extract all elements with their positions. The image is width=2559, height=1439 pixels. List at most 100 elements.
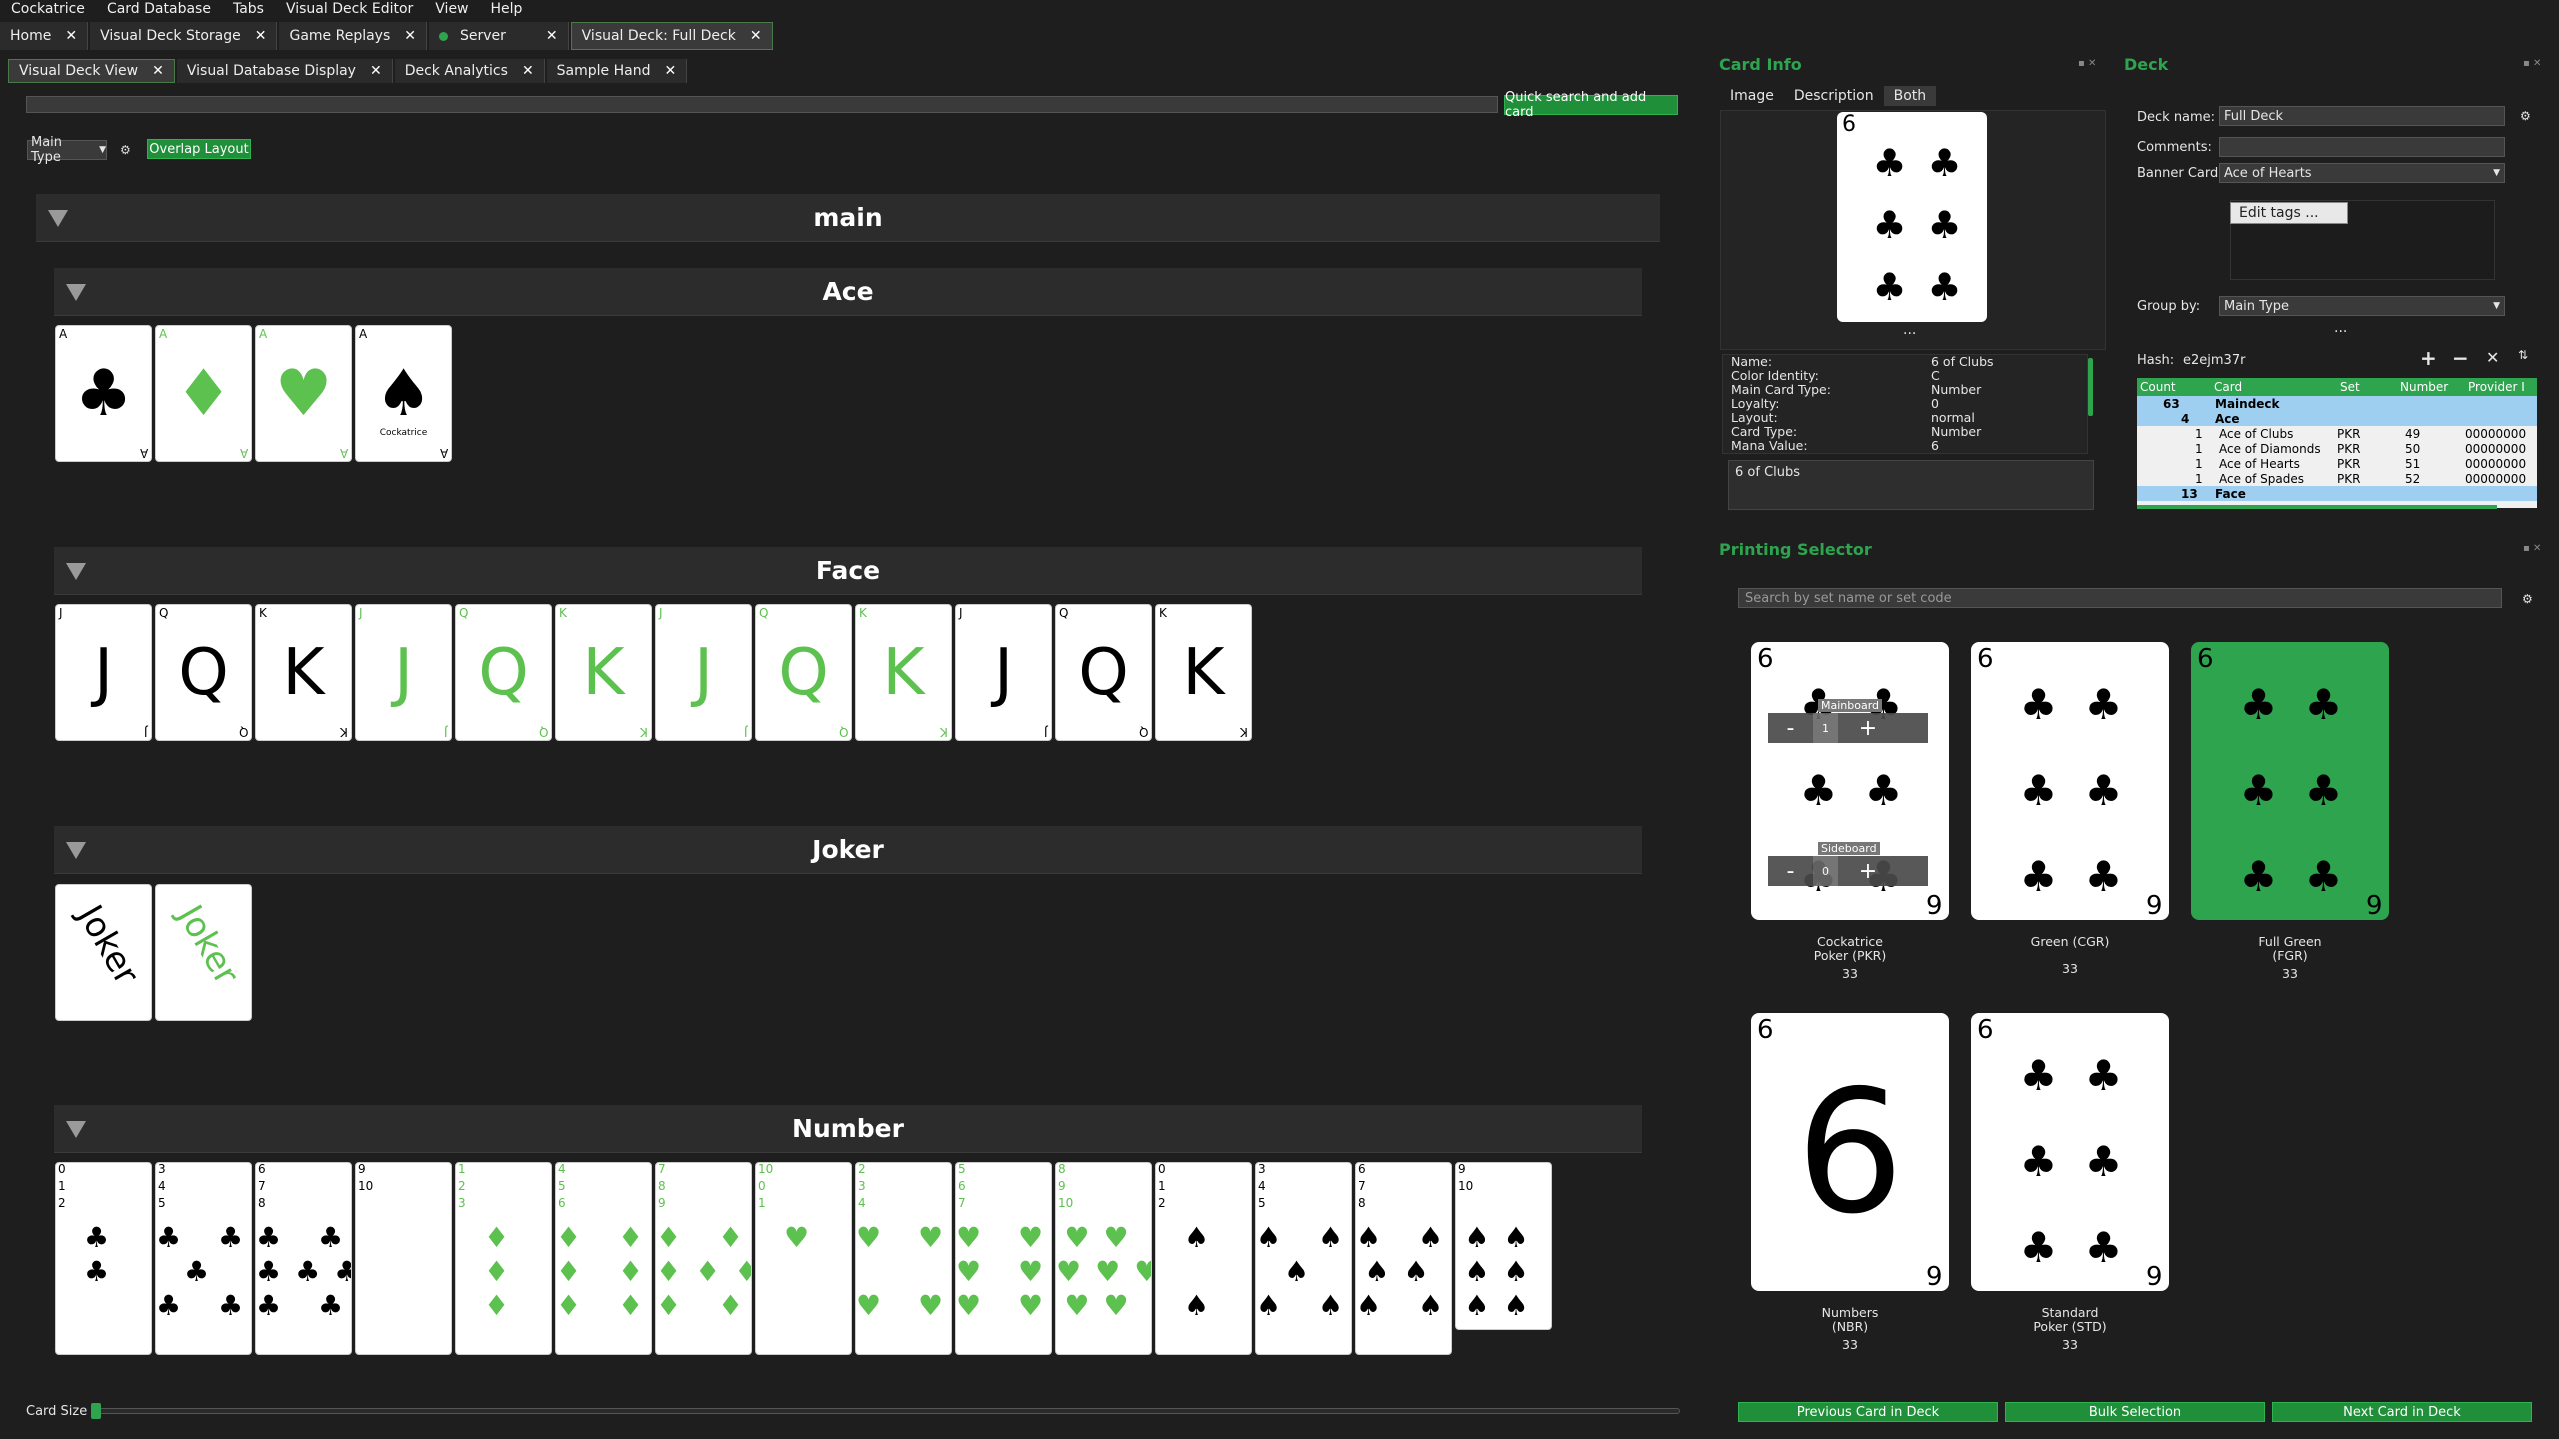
card[interactable]: K K K — [855, 604, 952, 741]
table-row[interactable]: 1 Ace of Diamonds PKR 50 00000000 — [2137, 441, 2537, 456]
card[interactable]: 7 8 9 ♦ ♦ ♦♦♦ ♦ ♦ — [655, 1162, 752, 1355]
table-row[interactable]: 4 Ace — [2137, 411, 2537, 426]
menu-card-database[interactable]: Card Database — [96, 1, 222, 17]
close-icon[interactable]: ✕ — [152, 63, 164, 79]
card[interactable]: 9 10 — [355, 1162, 452, 1355]
card[interactable]: Q Q Q — [1055, 604, 1152, 741]
card[interactable]: 8 9 10 ♥♥ ♥♥♥ ♥♥ — [1055, 1162, 1152, 1355]
deck-name-input[interactable]: Full Deck — [2219, 106, 2505, 126]
card[interactable]: J J J — [355, 604, 452, 741]
card[interactable]: 6 7 8 ♣ ♣ ♣♣♣ ♣ ♣ — [255, 1162, 352, 1355]
table-row[interactable]: 13 Face — [2137, 486, 2537, 501]
tab-visual-database-display[interactable]: Visual Database Display ✕ — [176, 59, 393, 83]
printing-card[interactable]: 6 ♣ ♣ ♣ ♣ ♣ ♣ 6 — [1971, 1013, 2169, 1291]
group-by-select[interactable]: Main Type ▼ — [2219, 296, 2505, 316]
tab-visual-deck[interactable]: Visual Deck: Full Deck ✕ — [570, 22, 773, 50]
gear-icon[interactable]: ⚙ — [2520, 109, 2531, 123]
tab-home[interactable]: Home ✕ — [0, 22, 89, 50]
menu-view[interactable]: View — [424, 1, 479, 17]
collapse-triangle-icon[interactable] — [48, 210, 68, 227]
deck-list-table[interactable]: Count Card Set Number Provider I 63 Maindeck 4 A… — [2137, 378, 2537, 508]
card[interactable]: 0 1 2 ♠ ♠ — [1155, 1162, 1252, 1355]
card-size-slider[interactable] — [91, 1403, 1680, 1419]
card[interactable]: 3 4 5 ♣ ♣ ♣ ♣ ♣ — [155, 1162, 252, 1355]
card[interactable]: Q Q Q — [155, 604, 252, 741]
scrollbar[interactable] — [2137, 505, 2497, 509]
table-row[interactable]: 1 Ace of Clubs PKR 49 00000000 — [2137, 426, 2537, 441]
card[interactable]: Joker — [155, 884, 252, 1021]
splitter-ellipsis[interactable]: ... — [1903, 322, 1916, 338]
dock-float-close-icons[interactable]: ▪ ✕ — [2523, 58, 2541, 69]
collapse-triangle-icon[interactable] — [66, 284, 86, 301]
banner-card-select[interactable]: Ace of Hearts ▼ — [2219, 163, 2505, 183]
card[interactable]: A ♥ A — [255, 325, 352, 462]
splitter-ellipsis[interactable]: ... — [2334, 320, 2347, 336]
card[interactable]: K K K — [555, 604, 652, 741]
close-icon[interactable]: ✕ — [404, 28, 416, 44]
edit-tags-button[interactable]: Edit tags ... — [2230, 202, 2348, 224]
previous-card-button[interactable]: Previous Card in Deck — [1738, 1402, 1998, 1422]
decrement-button[interactable]: - — [1768, 859, 1813, 884]
plus-icon[interactable]: + — [2420, 346, 2437, 370]
swap-icon[interactable]: ⇅ — [2518, 348, 2528, 362]
collapse-triangle-icon[interactable] — [66, 842, 86, 859]
group-by-select[interactable]: Main Type ▼ — [27, 135, 107, 165]
increment-button[interactable]: + — [1838, 716, 1898, 741]
close-icon[interactable]: ✕ — [255, 28, 267, 44]
tab-visual-deck-view[interactable]: Visual Deck View ✕ — [8, 59, 175, 83]
quick-search-button[interactable]: Quick search and add card — [1504, 90, 1678, 120]
set-search-input[interactable]: Search by set name or set code — [1738, 588, 2502, 608]
card[interactable]: 10 0 1 ♥ — [755, 1162, 852, 1355]
card[interactable]: A ♣ A — [55, 325, 152, 462]
column-header[interactable]: Count — [2137, 380, 2211, 394]
quick-search-input[interactable] — [26, 96, 1498, 113]
card[interactable]: Q Q Q — [755, 604, 852, 741]
slider-handle[interactable] — [91, 1403, 101, 1419]
menu-cockatrice[interactable]: Cockatrice — [0, 1, 96, 17]
menu-visual-deck-editor[interactable]: Visual Deck Editor — [275, 1, 424, 17]
close-icon[interactable]: ✕ — [664, 63, 676, 79]
card[interactable]: K K K — [1155, 604, 1252, 741]
table-row[interactable]: 1 Ace of Hearts PKR 51 00000000 — [2137, 456, 2537, 471]
card[interactable]: 5 6 7 ♥ ♥ ♥ ♥ ♥ ♥ — [955, 1162, 1052, 1355]
card[interactable]: 6 7 8 ♠ ♠ ♠♠ ♠ ♠ — [1355, 1162, 1452, 1355]
column-header[interactable]: Provider I — [2465, 380, 2537, 394]
menu-tabs[interactable]: Tabs — [222, 1, 275, 17]
card[interactable]: 9 10 ♠♠ ♠♠ ♠♠ — [1455, 1162, 1552, 1330]
close-icon[interactable]: ✕ — [546, 28, 558, 44]
tab-deck-analytics[interactable]: Deck Analytics ✕ — [394, 59, 545, 83]
close-icon[interactable]: ✕ — [750, 28, 762, 44]
tab-sample-hand[interactable]: Sample Hand ✕ — [546, 59, 688, 83]
group-header-face[interactable]: Face — [54, 547, 1642, 595]
table-row[interactable]: 63 Maindeck — [2137, 396, 2537, 411]
group-header-ace[interactable]: Ace — [54, 268, 1642, 316]
card[interactable]: J J J — [655, 604, 752, 741]
card[interactable]: 3 4 5 ♠ ♠ ♠ ♠ ♠ — [1255, 1162, 1352, 1355]
increment-button[interactable]: + — [1838, 859, 1898, 884]
gear-icon[interactable]: ⚙ — [2522, 592, 2533, 606]
comments-input[interactable] — [2219, 137, 2505, 157]
column-header[interactable]: Number — [2397, 380, 2465, 394]
card[interactable]: Q Q Q — [455, 604, 552, 741]
card[interactable]: 2 3 4 ♥ ♥ ♥ ♥ — [855, 1162, 952, 1355]
card[interactable]: 0 1 2 ♣ ♣ — [55, 1162, 152, 1355]
tab-image[interactable]: Image — [1720, 86, 1784, 106]
collapse-triangle-icon[interactable] — [66, 563, 86, 580]
card[interactable]: J J J — [955, 604, 1052, 741]
tab-description[interactable]: Description — [1784, 86, 1884, 106]
menu-help[interactable]: Help — [480, 1, 534, 17]
card[interactable]: 1 2 3 ♦ ♦ ♦ — [455, 1162, 552, 1355]
next-card-button[interactable]: Next Card in Deck — [2272, 1402, 2532, 1422]
group-header-number[interactable]: Number — [54, 1105, 1642, 1153]
tab-visual-deck-storage[interactable]: Visual Deck Storage ✕ — [90, 22, 278, 50]
printing-card[interactable]: 6 ♣ ♣ ♣ ♣ ♣ ♣ 6 — [2191, 642, 2389, 920]
bulk-selection-button[interactable]: Bulk Selection — [2005, 1402, 2265, 1422]
table-row[interactable]: 1 Ace of Spades PKR 52 00000000 — [2137, 471, 2537, 486]
card[interactable]: K K K — [255, 604, 352, 741]
close-icon[interactable]: ✕ — [65, 28, 77, 44]
card[interactable]: A ♦ A — [155, 325, 252, 462]
printing-card[interactable]: 6 ♣ ♣ ♣ ♣ ♣ ♣ 6 — [1971, 642, 2169, 920]
gear-icon[interactable]: ⚙ — [120, 143, 131, 157]
tab-both[interactable]: Both — [1883, 86, 1937, 106]
remove-icon[interactable]: ✕ — [2486, 348, 2499, 367]
